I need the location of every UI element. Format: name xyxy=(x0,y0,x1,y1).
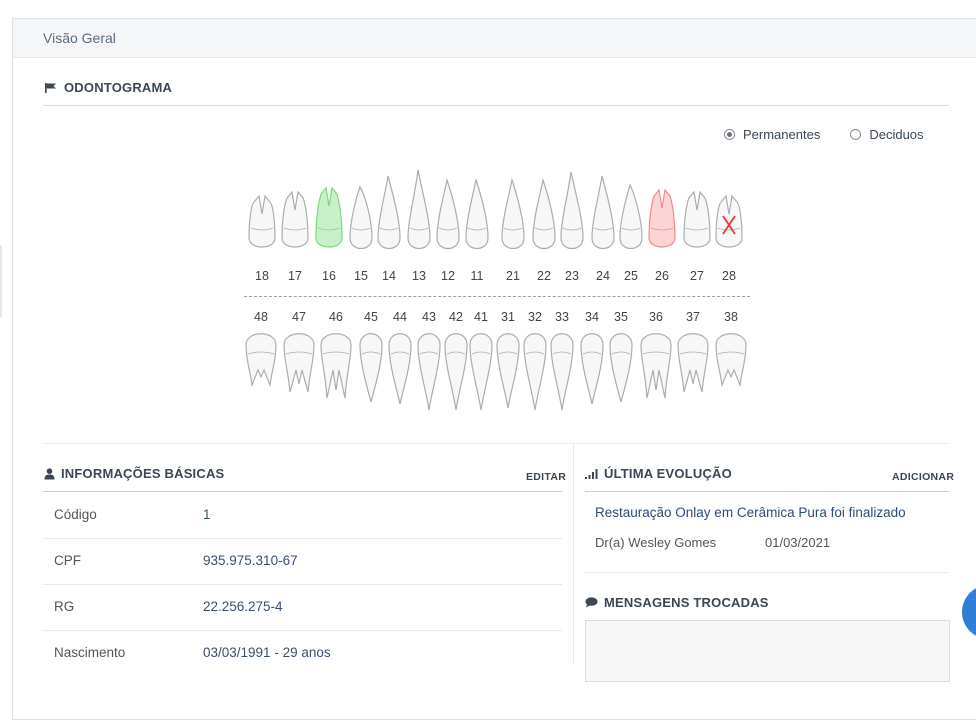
tooth-number-47: 47 xyxy=(292,310,306,324)
tooth-number-23: 23 xyxy=(565,269,579,283)
info-value: 22.256.275-4 xyxy=(203,599,283,614)
user-icon xyxy=(44,467,55,479)
chat-bubble-icon xyxy=(585,597,598,608)
info-row-codigo: Código 1 xyxy=(43,492,562,539)
info-value: 935.975.310-67 xyxy=(203,553,298,568)
panel-title: Visão Geral xyxy=(43,30,116,46)
signal-bars-icon xyxy=(585,469,598,479)
evolution-header: ÚLTIMA EVOLUÇÃO xyxy=(585,466,732,481)
info-label: RG xyxy=(54,599,75,614)
radio-permanentes[interactable]: Permanentes xyxy=(724,127,820,142)
evolution-title: ÚLTIMA EVOLUÇÃO xyxy=(604,466,732,481)
tooth-number-46: 46 xyxy=(329,310,343,324)
messages-title: MENSAGENS TROCADAS xyxy=(604,595,769,610)
tooth-number-13: 13 xyxy=(412,269,426,283)
info-row-rg: RG 22.256.275-4 xyxy=(43,584,562,631)
tooth-number-16: 16 xyxy=(322,269,336,283)
tooth-number-38: 38 xyxy=(724,310,738,324)
messages-header: MENSAGENS TROCADAS xyxy=(585,595,769,610)
column-divider xyxy=(573,444,574,664)
info-label: CPF xyxy=(54,553,81,568)
info-header: INFORMAÇÕES BÁSICAS xyxy=(44,466,224,481)
tooth-number-18: 18 xyxy=(255,269,269,283)
evolution-divider xyxy=(585,491,949,492)
tooth-number-17: 17 xyxy=(288,269,302,283)
flag-icon xyxy=(45,82,56,93)
info-title: INFORMAÇÕES BÁSICAS xyxy=(61,466,225,481)
tooth-number-26: 26 xyxy=(655,269,669,283)
radio-deciduos-label: Deciduos xyxy=(869,127,924,142)
radio-deciduos-dot[interactable] xyxy=(850,129,862,140)
tooth-number-21: 21 xyxy=(506,269,520,283)
section-divider xyxy=(43,443,949,444)
tooth-number-11: 11 xyxy=(470,269,484,283)
tooth-number-33: 33 xyxy=(555,310,569,324)
info-value: 1 xyxy=(203,507,211,522)
tooth-number-15: 15 xyxy=(354,269,368,283)
info-row-cpf: CPF 935.975.310-67 xyxy=(43,538,562,585)
tooth-number-28: 28 xyxy=(722,269,736,283)
tooth-number-37: 37 xyxy=(686,310,700,324)
tooth-number-34: 34 xyxy=(585,310,599,324)
tooth-number-35: 35 xyxy=(614,310,628,324)
tooth-number-42: 42 xyxy=(449,310,463,324)
tooth-number-24: 24 xyxy=(596,269,610,283)
evolution-date: 01/03/2021 xyxy=(765,535,831,550)
tooth-number-48: 48 xyxy=(254,310,268,324)
odontograma-divider xyxy=(43,105,949,106)
tooth-number-32: 32 xyxy=(528,310,542,324)
left-edge-marker xyxy=(0,245,2,317)
tooth-number-41: 41 xyxy=(474,310,488,324)
radio-permanentes-dot[interactable] xyxy=(724,129,735,140)
info-row-nascimento: Nascimento 03/03/1991 - 29 anos xyxy=(43,630,562,676)
tooth-number-44: 44 xyxy=(393,310,407,324)
tooth-number-36: 36 xyxy=(649,310,663,324)
edit-button[interactable]: EDITAR xyxy=(526,471,566,483)
info-label: Código xyxy=(54,507,97,522)
dentition-toggle: Permanentes Deciduos xyxy=(724,127,924,142)
tooth-number-22: 22 xyxy=(537,269,551,283)
panel-header: Visão Geral xyxy=(13,19,976,58)
tooth-number-45: 45 xyxy=(364,310,378,324)
tooth-number-27: 27 xyxy=(690,269,704,283)
tooth-number-25: 25 xyxy=(624,269,638,283)
evolution-doctor: Dr(a) Wesley Gomes xyxy=(595,535,717,550)
evolution-bottom-divider xyxy=(585,572,949,573)
odontograma-header: ODONTOGRAMA xyxy=(44,80,172,95)
arch-divider xyxy=(244,296,750,297)
tooth-number-31: 31 xyxy=(501,310,515,324)
radio-deciduos[interactable]: Deciduos xyxy=(850,127,924,142)
tooth-number-14: 14 xyxy=(382,269,396,283)
tooth-number-12: 12 xyxy=(441,269,455,283)
evolution-text[interactable]: Restauração Onlay em Cerâmica Pura foi f… xyxy=(595,505,906,520)
odontograma-title: ODONTOGRAMA xyxy=(64,80,173,95)
messages-box[interactable] xyxy=(585,620,950,682)
add-evolution-button[interactable]: ADICIONAR xyxy=(892,471,954,483)
radio-permanentes-label: Permanentes xyxy=(743,127,821,142)
tooth-number-43: 43 xyxy=(422,310,436,324)
